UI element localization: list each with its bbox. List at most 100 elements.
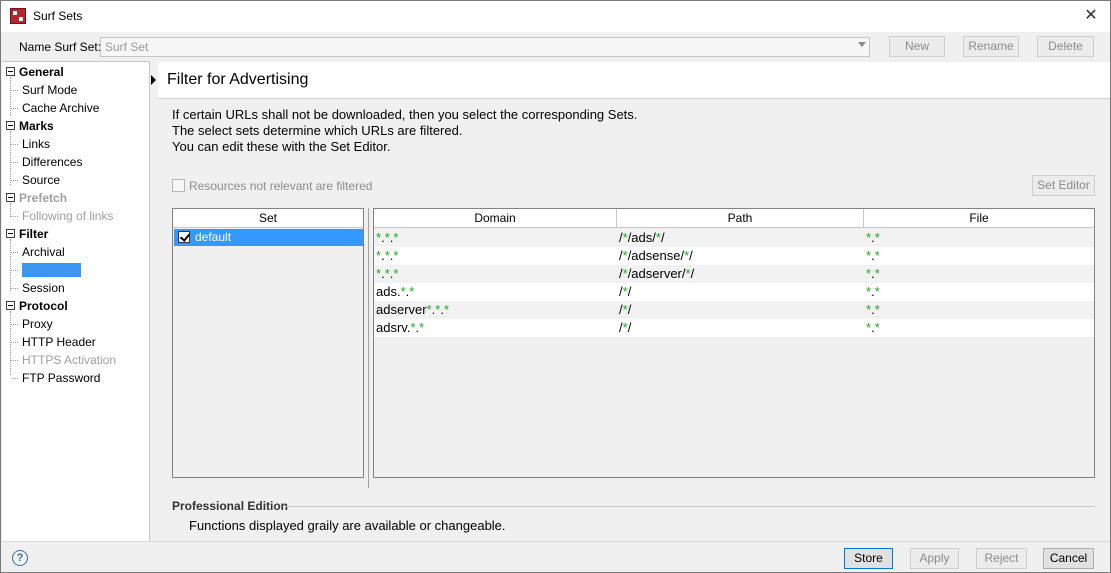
domain-cell: *.*.* xyxy=(376,266,398,281)
path-segment: / xyxy=(627,320,632,335)
tree-item-session[interactable]: Session xyxy=(22,280,65,296)
tree-connector xyxy=(11,378,18,379)
tree-item-proxy[interactable]: Proxy xyxy=(22,316,53,332)
tree-item-source[interactable]: Source xyxy=(22,172,60,188)
new-button[interactable]: New xyxy=(889,36,945,57)
bottom-bar: ? Store Apply Reject Cancel xyxy=(1,541,1110,572)
tree-category-filter[interactable]: Filter xyxy=(19,226,48,242)
reject-button[interactable]: Reject xyxy=(976,548,1027,569)
tree-connector xyxy=(11,360,18,361)
table-row[interactable]: adserver*.*.*/*/*.* xyxy=(375,301,1094,319)
set-column-header[interactable]: Set xyxy=(173,209,363,228)
set-editor-button[interactable]: Set Editor xyxy=(1032,175,1095,196)
tree-item-https-activation[interactable]: HTTPS Activation xyxy=(22,352,116,368)
panel-title: Filter for Advertising xyxy=(167,71,309,88)
tree-category-prefetch[interactable]: Prefetch xyxy=(19,190,67,206)
tree-item-archival[interactable]: Archival xyxy=(22,244,65,260)
domain-segment: * xyxy=(393,230,399,245)
tree-connector xyxy=(10,77,11,115)
file-column-header[interactable]: File xyxy=(864,209,1094,228)
delete-button[interactable]: Delete xyxy=(1037,36,1094,57)
apply-button[interactable]: Apply xyxy=(910,548,959,569)
path-segment: / xyxy=(660,230,665,245)
tree-category-protocol[interactable]: Protocol xyxy=(19,298,68,314)
tree-item-ftp-password[interactable]: FTP Password xyxy=(22,370,100,386)
rename-button[interactable]: Rename xyxy=(963,36,1019,57)
path-cell: /*/adsense/*/ xyxy=(619,248,693,263)
table-row[interactable]: ads.*.*/*/*.* xyxy=(375,283,1094,301)
tree-connector xyxy=(11,342,18,343)
domain-segment: * xyxy=(409,284,415,299)
domain-segment: * xyxy=(419,320,425,335)
file-segment: * xyxy=(874,230,880,245)
surf-sets-window: Surf Sets ✕ Name Surf Set: Surf Set New … xyxy=(0,0,1111,573)
splitter-arrow-icon[interactable] xyxy=(151,75,156,85)
path-cell: /*/ xyxy=(619,302,631,317)
filter-table: Domain Path File *.*.*/*/ads/*/*.* *.*.* /… xyxy=(373,208,1095,478)
store-button[interactable]: Store xyxy=(844,548,893,569)
collapse-icon[interactable] xyxy=(6,301,15,310)
file-segment: * xyxy=(874,284,880,299)
path-segment: /ads/ xyxy=(627,230,656,245)
tree-connector xyxy=(11,162,18,163)
path-column-header[interactable]: Path xyxy=(617,209,864,228)
table-row[interactable]: adsrv.*.*/*/*.* xyxy=(375,319,1094,337)
path-cell: /*/ xyxy=(619,320,631,335)
tree-item-advertising[interactable]: Advertising xyxy=(22,262,82,278)
collapse-icon[interactable] xyxy=(6,121,15,130)
tree-category-marks[interactable]: Marks xyxy=(19,118,54,134)
help-icon[interactable]: ? xyxy=(12,550,28,566)
tree-item-differences[interactable]: Differences xyxy=(22,154,82,170)
table-row[interactable]: *.*.* /*/adserver/*/ *.* xyxy=(375,265,1094,283)
tree-item-http-header[interactable]: HTTP Header xyxy=(22,334,96,350)
professional-divider xyxy=(285,506,1095,507)
collapse-icon[interactable] xyxy=(6,67,15,76)
set-row-default[interactable]: default xyxy=(174,229,363,246)
tree-connector xyxy=(11,180,18,181)
set-default-checkbox[interactable] xyxy=(178,231,190,243)
domain-column-header[interactable]: Domain xyxy=(374,209,617,228)
tree-connector xyxy=(11,216,18,217)
name-surf-set-row: Name Surf Set: Surf Set New Rename Delet… xyxy=(1,32,1110,61)
description-line-1: If certain URLs shall not be downloaded,… xyxy=(172,107,638,122)
tree-connector xyxy=(11,90,18,91)
chevron-down-icon[interactable] xyxy=(858,42,866,47)
name-surf-set-value: Surf Set xyxy=(105,40,149,54)
table-splitter[interactable] xyxy=(368,208,369,488)
tree-item-cache-archive[interactable]: Cache Archive xyxy=(22,100,99,116)
resources-not-relevant-checkbox[interactable] xyxy=(172,179,185,192)
title-bar: Surf Sets ✕ xyxy=(1,1,1110,32)
tree-item-following-of-links[interactable]: Following of links xyxy=(22,208,113,224)
file-cell: *.* xyxy=(866,230,880,245)
file-segment: * xyxy=(874,302,880,317)
path-cell: /*/ xyxy=(619,284,631,299)
file-cell: *.* xyxy=(866,248,880,263)
tree-category-general[interactable]: General xyxy=(19,64,64,80)
tree-item-links[interactable]: Links xyxy=(22,136,50,152)
panel-header: Filter for Advertising xyxy=(158,62,1110,99)
collapse-icon[interactable] xyxy=(6,229,15,238)
name-surf-set-combo[interactable]: Surf Set xyxy=(100,37,870,57)
tree-item-surf-mode[interactable]: Surf Mode xyxy=(22,82,77,98)
domain-cell: ads.*.* xyxy=(376,284,414,299)
table-row[interactable]: *.*.* /*/adsense/*/ *.* xyxy=(375,247,1094,265)
path-segment: / xyxy=(627,302,632,317)
resources-not-relevant-label: Resources not relevant are filtered xyxy=(189,179,373,193)
tree-connector xyxy=(10,311,11,375)
cancel-button[interactable]: Cancel xyxy=(1043,548,1094,569)
file-cell: *.* xyxy=(866,302,880,317)
set-default-label: default xyxy=(195,230,232,244)
tree-connector xyxy=(10,239,11,291)
domain-cell: adsrv.*.* xyxy=(376,320,424,335)
description-line-2: The select sets determine which URLs are… xyxy=(172,123,463,138)
domain-cell: *.*.* xyxy=(376,230,398,245)
close-icon[interactable]: ✕ xyxy=(1078,4,1104,28)
tree-item-advertising-label: Advertising xyxy=(22,263,82,277)
set-table: Set default xyxy=(172,208,364,478)
tree-connector xyxy=(11,252,18,253)
tree-connector xyxy=(11,270,18,271)
settings-tree: General Surf Mode Cache Archive Marks Li… xyxy=(2,61,150,541)
collapse-icon[interactable] xyxy=(6,193,15,202)
window-title: Surf Sets xyxy=(33,9,83,23)
table-row[interactable]: *.*.* /*/ads/*/ *.* xyxy=(375,229,1094,247)
